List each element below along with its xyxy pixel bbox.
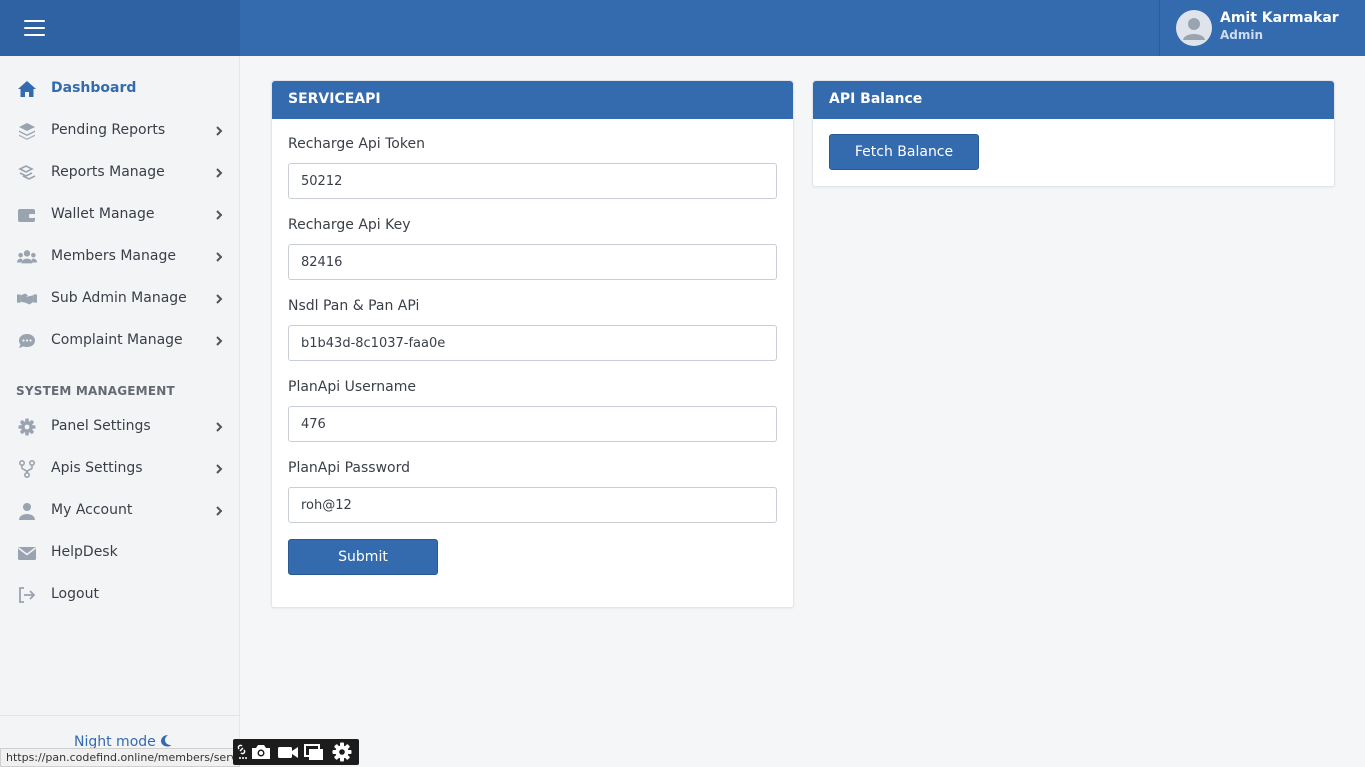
sidebar-item-label: Wallet Manage [51, 206, 155, 222]
planapi-username-input[interactable] [288, 406, 777, 442]
api-balance-title: API Balance [813, 81, 1334, 119]
sidebar-item-logout[interactable]: Logout [0, 574, 239, 616]
sidebar: Dashboard Pending Reports Reports Manage… [0, 56, 240, 767]
planapi-username-label: PlanApi Username [288, 379, 416, 395]
planapi-password-input[interactable] [288, 487, 777, 523]
sidebar-item-label: Sub Admin Manage [51, 290, 187, 306]
chevron-right-icon [216, 168, 223, 178]
planapi-password-label: PlanApi Password [288, 460, 410, 476]
recharge-api-token-input[interactable] [288, 163, 777, 199]
gear-icon[interactable] [331, 742, 353, 762]
users-icon [17, 250, 37, 264]
user-icon [19, 503, 35, 520]
link-icon[interactable] [236, 742, 250, 762]
user-menu[interactable]: Amit Karmakar Admin [1159, 0, 1365, 56]
nsdl-pan-api-label: Nsdl Pan & Pan APi [288, 298, 420, 314]
api-balance-card: API Balance Fetch Balance [812, 80, 1335, 187]
camera-icon[interactable] [250, 742, 272, 762]
chevron-right-icon [216, 506, 223, 516]
video-camera-icon[interactable] [277, 742, 299, 762]
recharge-api-key-label: Recharge Api Key [288, 217, 411, 233]
user-name[interactable]: Amit Karmakar [1220, 10, 1339, 26]
top-header: Amit Karmakar Admin [0, 0, 1365, 56]
user-avatar-icon[interactable] [1176, 10, 1212, 46]
sidebar-item-reports-manage[interactable]: Reports Manage [0, 152, 239, 194]
hamburger-icon[interactable] [24, 20, 45, 36]
sidebar-item-label: Panel Settings [51, 418, 151, 434]
sidebar-item-label: Logout [51, 586, 99, 602]
sidebar-item-complaint-manage[interactable]: Complaint Manage [0, 320, 239, 362]
chevron-right-icon [216, 336, 223, 346]
sidebar-divider [0, 715, 239, 716]
sidebar-item-label: My Account [51, 502, 133, 518]
window-icon[interactable] [303, 742, 325, 762]
submit-button[interactable]: Submit [288, 539, 438, 575]
sidebar-item-apis-settings[interactable]: Apis Settings [0, 448, 239, 490]
handshake-icon [17, 293, 37, 305]
sidebar-item-sub-admin-manage[interactable]: Sub Admin Manage [0, 278, 239, 320]
gear-icon [18, 418, 36, 436]
sidebar-item-label: Dashboard [51, 80, 137, 96]
sidebar-item-members-manage[interactable]: Members Manage [0, 236, 239, 278]
moon-icon [160, 735, 172, 747]
chat-icon [19, 334, 35, 348]
layers-icon [19, 123, 35, 140]
header-brand-zone [0, 0, 240, 56]
fetch-balance-button[interactable]: Fetch Balance [829, 134, 979, 170]
recharge-api-key-input[interactable] [288, 244, 777, 280]
logout-icon [19, 587, 36, 603]
service-api-title: SERVICEAPI [272, 81, 793, 119]
sidebar-item-helpdesk[interactable]: HelpDesk [0, 532, 239, 574]
sidebar-item-dashboard[interactable]: Dashboard [0, 68, 239, 110]
sidebar-item-panel-settings[interactable]: Panel Settings [0, 406, 239, 448]
sidebar-item-label: Reports Manage [51, 164, 165, 180]
sidebar-item-label: Pending Reports [51, 122, 166, 138]
service-api-card: SERVICEAPI Recharge Api Token Recharge A… [271, 80, 794, 608]
fork-icon [19, 460, 35, 478]
section-title-system-management: SYSTEM MANAGEMENT [16, 384, 175, 398]
chevron-right-icon [216, 422, 223, 432]
home-icon [18, 81, 36, 97]
sidebar-item-wallet-manage[interactable]: Wallet Manage [0, 194, 239, 236]
sidebar-item-pending-reports[interactable]: Pending Reports [0, 110, 239, 152]
stack-icon [18, 165, 36, 180]
recharge-api-token-label: Recharge Api Token [288, 136, 425, 152]
envelope-icon [18, 547, 36, 560]
wallet-icon [18, 209, 35, 222]
chevron-right-icon [216, 126, 223, 136]
chevron-right-icon [216, 294, 223, 304]
sidebar-item-label: HelpDesk [51, 544, 118, 560]
user-role: Admin [1220, 28, 1264, 42]
capture-toolbar [233, 739, 359, 765]
chevron-right-icon [216, 252, 223, 262]
sidebar-item-label: Apis Settings [51, 460, 143, 476]
sidebar-item-my-account[interactable]: My Account [0, 490, 239, 532]
sidebar-item-label: Complaint Manage [51, 332, 183, 348]
nsdl-pan-api-input[interactable] [288, 325, 777, 361]
chevron-right-icon [216, 464, 223, 474]
status-bar-url: https://pan.codefind.online/members/serv… [0, 748, 240, 767]
chevron-right-icon [216, 210, 223, 220]
sidebar-item-label: Members Manage [51, 248, 176, 264]
